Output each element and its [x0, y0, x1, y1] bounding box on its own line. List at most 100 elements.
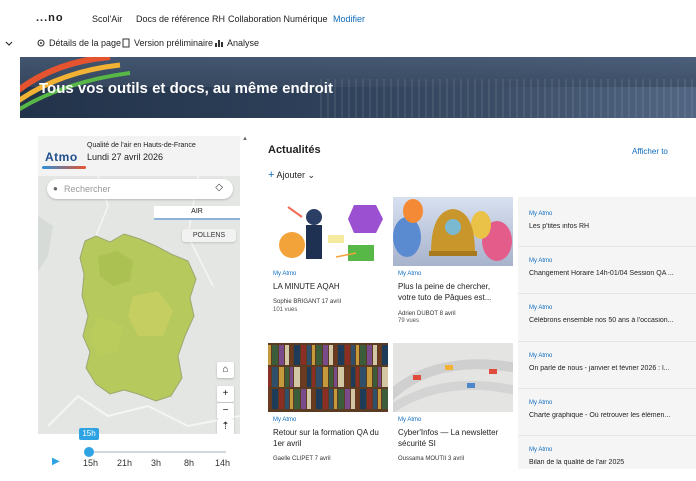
home-icon[interactable]: ⌂	[217, 362, 234, 378]
zoom-out-button[interactable]: −	[217, 403, 234, 419]
list-divider	[518, 293, 696, 294]
list-item-source: My Atmo	[529, 305, 553, 311]
card-image-minute-aqah	[268, 197, 388, 266]
show-all-link[interactable]: Afficher to	[632, 147, 668, 156]
card-author-date: Oussama MOUTII 3 avril	[398, 456, 464, 462]
card-author: Adrien DUBOT	[398, 311, 438, 317]
air-widget-header: Atmo Qualité de l'air en Hauts-de-France…	[38, 136, 240, 176]
card-source: My Atmo	[273, 271, 297, 277]
news-card[interactable]: My Atmo Plus la peine de chercher, votre…	[393, 197, 513, 335]
card-date: 8 avril	[439, 311, 456, 317]
time-tick: 21h	[117, 458, 133, 468]
card-image-library	[268, 343, 388, 412]
zoom-in-button[interactable]: +	[217, 386, 234, 402]
air-widget-date: Lundi 27 avril 2026	[87, 152, 164, 162]
time-slider-handle[interactable]	[84, 447, 94, 457]
page-details-label: Détails de la page	[49, 38, 122, 48]
card-image-toy-cars	[393, 343, 513, 412]
list-divider	[518, 246, 696, 247]
time-slider-track[interactable]	[86, 451, 226, 453]
card-source: My Atmo	[273, 417, 297, 423]
list-item-source: My Atmo	[529, 353, 553, 359]
compass-icon[interactable]: ⇡	[217, 419, 234, 435]
card-author: Oussama MOUTII	[398, 456, 447, 462]
card-author-date: Gaelle CLIPET 7 avril	[273, 456, 331, 462]
list-item-source: My Atmo	[529, 211, 553, 217]
card-author-date: Adrien DUBOT 8 avril	[398, 311, 456, 317]
card-author: Gaelle CLIPET	[273, 456, 313, 462]
card-views: 101 vues	[273, 307, 298, 313]
time-tick: 8h	[184, 458, 195, 468]
list-item-title[interactable]: Bilan de la qualité de l'air 2025	[529, 459, 695, 466]
locate-icon[interactable]: ◇	[215, 182, 223, 193]
document-icon	[122, 38, 130, 48]
atmo-logo-swoosh	[42, 166, 86, 169]
time-tick: 14h	[215, 458, 231, 468]
card-source: My Atmo	[398, 271, 422, 277]
list-item-title[interactable]: Charte graphique - Où retrouver les élém…	[529, 412, 695, 419]
time-badge: 15h	[79, 428, 99, 440]
card-date: 3 avril	[448, 456, 465, 462]
hero-title: Tous vos outils et docs, au même endroit	[39, 80, 333, 97]
play-icon[interactable]: ▶	[52, 456, 60, 467]
nav-link-docs-rh[interactable]: Docs de référence RH	[136, 14, 225, 24]
news-card[interactable]: My Atmo LA MINUTE AQAH Sophie BRIGANT 17…	[268, 197, 388, 335]
card-source: My Atmo	[398, 417, 422, 423]
list-divider	[518, 341, 696, 342]
card-title[interactable]: Retour sur la formation QA du 1er avril	[273, 427, 385, 449]
card-date: 17 avril	[321, 299, 341, 305]
site-logo[interactable]: ...no	[36, 12, 64, 24]
chevron-down-icon: ⌄	[307, 170, 316, 180]
edit-link[interactable]: Modifier	[333, 14, 365, 24]
analytics-button[interactable]: Analyse	[214, 38, 259, 48]
card-image-easter	[393, 197, 513, 266]
nav-link-collaboration[interactable]: Collaboration Numérique	[228, 14, 328, 24]
news-list: My Atmo Les p'tites infos RH My Atmo Cha…	[518, 197, 696, 469]
analytics-label: Analyse	[227, 38, 260, 48]
air-quality-widget: Atmo Qualité de l'air en Hauts-de-France…	[38, 136, 240, 469]
list-item-title[interactable]: Changement Horaire 14h-01/04 Session QA …	[529, 270, 695, 277]
card-date: 7 avril	[314, 456, 331, 462]
news-card[interactable]: My Atmo Retour sur la formation QA du 1e…	[268, 343, 388, 481]
nav-link-scolair[interactable]: Scol'Air	[92, 14, 122, 24]
page-details-button[interactable]: Détails de la page	[36, 38, 121, 48]
add-news-button[interactable]: + Ajouter ⌄	[268, 169, 315, 181]
news-card[interactable]: My Atmo Cyber'Infos — La newsletter sécu…	[393, 343, 513, 481]
command-bar: Détails de la page Version préliminaire …	[0, 36, 696, 54]
list-divider	[518, 388, 696, 389]
map-search-placeholder: Rechercher	[64, 184, 111, 194]
time-tick: 15h	[83, 458, 99, 468]
draft-version-button[interactable]: Version préliminaire	[121, 38, 213, 48]
card-title[interactable]: LA MINUTE AQAH	[273, 281, 385, 292]
atmo-logo: Atmo	[42, 142, 86, 169]
analytics-icon	[215, 40, 223, 47]
tab-pollens[interactable]: POLLENS	[182, 229, 236, 242]
add-news-label: Ajouter	[276, 170, 305, 180]
gear-icon	[37, 39, 45, 47]
card-author: Sophie BRIGANT	[273, 299, 320, 305]
list-item-title[interactable]: Les p'tites infos RH	[529, 223, 695, 230]
card-author-date: Sophie BRIGANT 17 avril	[273, 299, 341, 305]
list-divider	[518, 435, 696, 436]
atmo-logo-text: Atmo	[45, 150, 78, 164]
hero-banner: Tous vos outils et docs, au même endroit	[20, 57, 696, 118]
hero-city-lights	[320, 79, 696, 118]
draft-version-label: Version préliminaire	[134, 38, 214, 48]
list-item-title[interactable]: Célébrons ensemble nos 50 ans à l'occasi…	[529, 317, 695, 324]
top-navigation: ...no Scol'Air Docs de référence RH Coll…	[0, 0, 696, 36]
location-pin-icon: ●	[53, 184, 58, 193]
tab-air[interactable]: AIR	[154, 206, 240, 220]
card-title[interactable]: Cyber'Infos — La newsletter sécurité SI	[398, 427, 510, 449]
list-item-source: My Atmo	[529, 447, 553, 453]
map-search-input[interactable]: ● Rechercher ◇	[47, 179, 233, 199]
chevron-down-icon[interactable]	[4, 38, 14, 48]
air-widget-title: Qualité de l'air en Hauts-de-France	[87, 142, 196, 149]
scroll-up-icon[interactable]: ▲	[242, 136, 248, 142]
list-item-title[interactable]: On parle de nous - janvier et février 20…	[529, 365, 695, 372]
plus-icon: +	[268, 169, 275, 181]
list-item-source: My Atmo	[529, 258, 553, 264]
card-title[interactable]: Plus la peine de chercher, votre tuto de…	[398, 281, 510, 303]
list-item-source: My Atmo	[529, 400, 553, 406]
card-views: 79 vues	[398, 318, 420, 324]
time-tick: 3h	[151, 458, 162, 468]
